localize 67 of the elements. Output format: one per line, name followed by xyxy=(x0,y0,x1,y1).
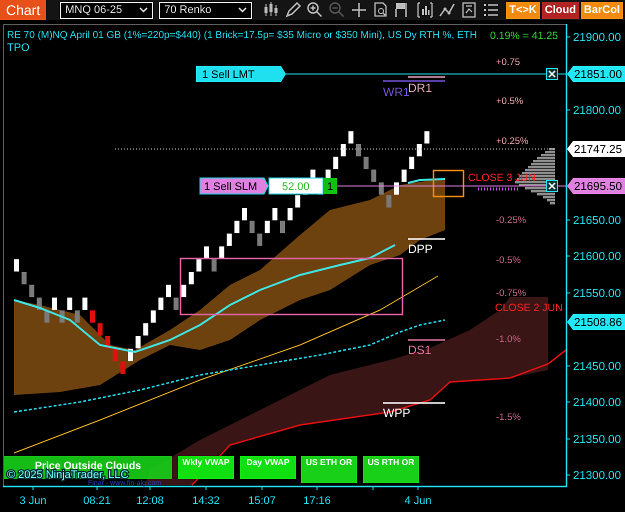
pivot-level: DR1 xyxy=(408,76,445,95)
price-marker: 21695.50 xyxy=(567,178,625,194)
price-axis-label: 21400.00 xyxy=(573,397,621,409)
chevron-down-icon xyxy=(238,7,248,13)
price-axis-label: 21300.00 xyxy=(573,470,621,482)
price-axis-label: 21450.00 xyxy=(573,361,621,373)
price-axis-label: 21800.00 xyxy=(573,105,621,117)
price-marker: 21747.25 xyxy=(567,141,625,157)
price-axis-label: 21650.00 xyxy=(573,215,621,227)
tpo-profile-drawing xyxy=(515,148,555,204)
percent-label: +0.25% xyxy=(496,136,528,147)
pivot-level: WPP xyxy=(383,402,445,420)
average-line xyxy=(408,178,446,184)
time-axis-label: 4 Jun xyxy=(404,495,432,507)
chart-title: RE 70 (M)NQ April 01 GB (1%=220p=$440) (1 Brick=17.5p= $35 Micro or $350 Mini), US Dy RTH %, ETH xyxy=(7,30,478,41)
time-axis-label: 12:08 xyxy=(136,495,164,507)
range-rectangle xyxy=(432,170,464,198)
zoom-in-icon[interactable] xyxy=(306,1,324,19)
copyright-text: © 2025 NinjaTrader, LLC xyxy=(7,469,128,481)
time-axis-label: 17:16 xyxy=(303,495,331,507)
percent-label: -1.5% xyxy=(496,412,521,423)
crosshair-icon[interactable] xyxy=(350,1,368,19)
bar-chart-icon[interactable] xyxy=(416,1,434,19)
indicator-button[interactable]: Day VWAP xyxy=(240,456,296,479)
order-quantity-label[interactable]: 1 xyxy=(323,178,337,194)
price-axis-label: 21350.00 xyxy=(573,434,621,446)
percent-label: +0.75 xyxy=(496,57,520,68)
time-axis-label: 08:21 xyxy=(83,495,111,507)
change-label: 0.19% = 41.25 xyxy=(490,30,558,42)
poc-line xyxy=(478,188,520,190)
indicator-button[interactable]: Wkly VWAP xyxy=(178,456,234,479)
document-icon[interactable] xyxy=(460,1,478,19)
time-axis-label: 14:32 xyxy=(192,495,220,507)
list-icon[interactable] xyxy=(482,1,500,19)
chart-subtitle: TPO xyxy=(7,42,30,54)
close-icon[interactable] xyxy=(546,180,558,192)
price-axis-label: 21900.00 xyxy=(573,32,621,44)
interval-dropdown[interactable]: 70 Renko xyxy=(159,2,252,18)
chevron-down-icon xyxy=(139,7,148,13)
indicator-button[interactable]: US RTH OR xyxy=(363,456,419,483)
percent-label: -0.25% xyxy=(496,215,526,226)
instrument-dropdown[interactable]: MNQ 06-25 xyxy=(60,2,154,18)
order-label[interactable]: 1 Sell SLM xyxy=(200,178,269,194)
time-axis-label: 3 Jun xyxy=(20,495,46,507)
chart-tab[interactable]: Chart xyxy=(0,0,46,20)
time-axis-label: 15:07 xyxy=(248,495,276,507)
order-label[interactable]: 1 Sell LMT xyxy=(196,66,286,82)
pencil-icon[interactable] xyxy=(284,1,302,19)
toggle-button[interactable]: BarCol xyxy=(580,2,623,18)
percent-label: -0.5% xyxy=(496,255,521,266)
line-chart-icon[interactable] xyxy=(438,1,456,19)
price-axis-label: 21600.00 xyxy=(573,251,621,263)
price-axis-label: 21550.00 xyxy=(573,288,621,300)
pivot-level: DPP xyxy=(408,238,445,256)
close-label: CLOSE 2 JUN xyxy=(495,302,563,314)
order-price-label[interactable]: 52.00 xyxy=(268,178,324,194)
close-icon[interactable] xyxy=(546,68,558,80)
indicator-button[interactable]: US ETH OR xyxy=(301,456,357,483)
price-marker: 21508.86 xyxy=(567,314,625,330)
percent-label: +0.5% xyxy=(496,96,524,107)
pivot-level: DS1 xyxy=(408,339,445,357)
toggle-button[interactable]: T<>K xyxy=(506,2,540,18)
price-marker: 21851.00 xyxy=(567,66,625,82)
candlestick-icon[interactable] xyxy=(262,1,280,19)
toggle-button[interactable]: Cloud xyxy=(542,2,579,18)
percent-label: -0.75% xyxy=(496,288,526,299)
percent-label: -1.0% xyxy=(496,334,521,345)
